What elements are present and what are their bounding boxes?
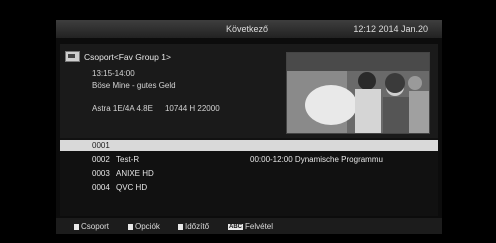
video-preview bbox=[286, 52, 430, 134]
satellite-name: Astra 1E/4A 4.8E bbox=[92, 104, 153, 113]
green-key-label: Opciók bbox=[135, 222, 160, 231]
channel-row[interactable]: 0003 ANIXE HD bbox=[60, 168, 438, 179]
yellow-button-icon bbox=[178, 223, 183, 230]
preview-image bbox=[287, 53, 429, 133]
channel-name: Test-R bbox=[116, 155, 140, 164]
blue-key-hint[interactable]: ABC Felvétel bbox=[228, 222, 273, 231]
tv-screen: Következő 12:12 2014 Jan.20 Csoport<Fav … bbox=[56, 20, 442, 234]
red-key-hint[interactable]: Csoport bbox=[74, 222, 109, 231]
event-title: Böse Mine - gutes Geld bbox=[92, 81, 176, 90]
yellow-key-hint[interactable]: Időzítő bbox=[178, 222, 209, 231]
green-button-icon bbox=[128, 223, 133, 230]
red-button-icon bbox=[74, 223, 79, 230]
key-hint-bar: Csoport Opciók Időzítő ABC Felvétel bbox=[56, 218, 442, 234]
abc-icon: ABC bbox=[228, 223, 243, 230]
channel-number: 0002 bbox=[92, 155, 110, 164]
header-bar: Következő 12:12 2014 Jan.20 bbox=[56, 20, 442, 38]
group-label: Csoport<Fav Group 1> bbox=[84, 52, 171, 62]
channel-row-selected[interactable]: 0001 bbox=[60, 140, 438, 151]
clock: 12:12 2014 Jan.20 bbox=[353, 24, 428, 34]
channel-epg: 00:00-12:00 Dynamische Programmu bbox=[250, 155, 383, 164]
channel-list: 0001 0002 Test-R 00:00-12:00 Dynamische … bbox=[60, 138, 438, 216]
screen-title: Következő bbox=[226, 24, 269, 34]
event-time: 13:15-14:00 bbox=[92, 69, 135, 78]
blue-key-label: Felvétel bbox=[245, 222, 274, 231]
transponder-info: Astra 1E/4A 4.8E 10744 H 22000 bbox=[92, 104, 220, 113]
channel-row[interactable]: 0004 QVC HD bbox=[60, 182, 438, 193]
tv-icon bbox=[65, 51, 80, 62]
channel-number: 0004 bbox=[92, 183, 110, 192]
frequency: 10744 H 22000 bbox=[164, 104, 220, 113]
channel-name: QVC HD bbox=[116, 183, 148, 192]
channel-number: 0003 bbox=[92, 169, 110, 178]
channel-row[interactable]: 0002 Test-R 00:00-12:00 Dynamische Progr… bbox=[60, 154, 438, 165]
channel-number: 0001 bbox=[92, 141, 110, 150]
green-key-hint[interactable]: Opciók bbox=[128, 222, 160, 231]
yellow-key-label: Időzítő bbox=[185, 222, 210, 231]
red-key-label: Csoport bbox=[81, 222, 110, 231]
channel-name: ANIXE HD bbox=[116, 169, 154, 178]
